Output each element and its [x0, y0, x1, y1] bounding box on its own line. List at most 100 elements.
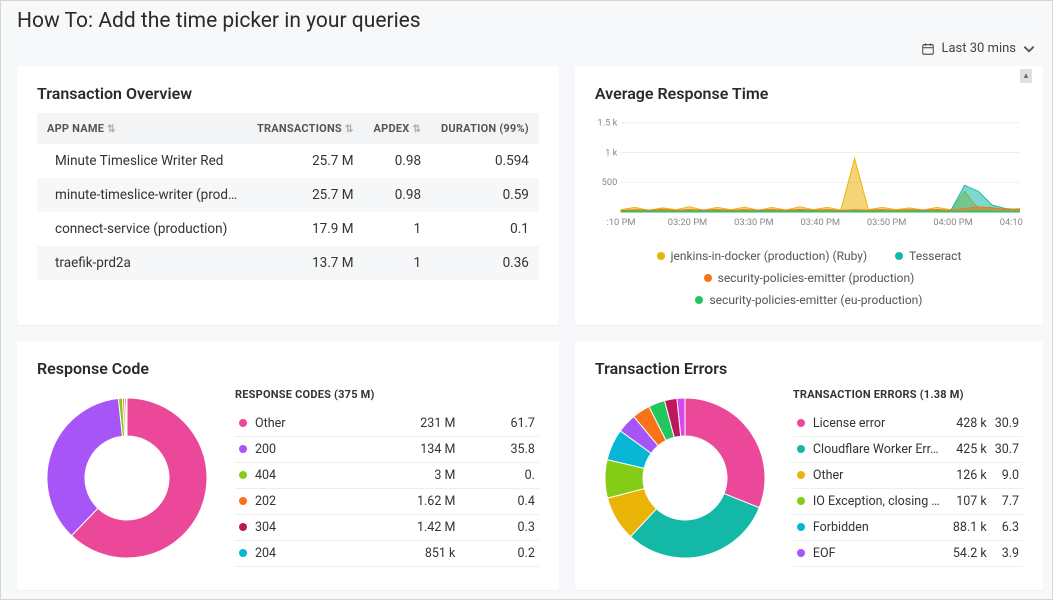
legend-dot	[797, 445, 805, 453]
legend-label: Tesseract	[909, 249, 961, 263]
panel-response-time: Average Response Time 5001 k1.5 k:10 PM0…	[575, 66, 1043, 325]
legend-row[interactable]: 2021.62 M0.4	[235, 489, 539, 515]
area-series	[621, 211, 1019, 212]
table-row[interactable]: traefik-prd2a13.7 M10.36	[37, 246, 539, 280]
svg-text:03:30 PM: 03:30 PM	[734, 217, 773, 228]
legend-pct: 3.9	[991, 541, 1023, 567]
sort-icon: ⇅	[345, 124, 354, 135]
legend-dot	[239, 523, 247, 531]
legend-dot	[797, 419, 805, 427]
cell-app-name: minute-timeslice-writer (produ…	[37, 178, 247, 212]
legend-pct: 0.	[459, 463, 539, 489]
legend-item[interactable]: jenkins-in-docker (production) (Ruby)	[657, 249, 868, 263]
col-duration[interactable]: DURATION (99%)	[431, 113, 539, 144]
legend-row[interactable]: EOF54.2 k3.9	[793, 541, 1023, 567]
legend-label: 204	[251, 541, 345, 567]
legend-item[interactable]: security-policies-emitter (production)	[704, 271, 915, 285]
donut-slice[interactable]	[685, 398, 765, 508]
donut-slice[interactable]	[47, 398, 122, 535]
panel-transaction-errors: Transaction Errors TRANSACTION ERRORS (1…	[575, 341, 1043, 590]
legend-row[interactable]: 200134 M35.8	[235, 437, 539, 463]
panel-response-code: Response Code RESPONSE CODES (375 M) Oth…	[17, 341, 559, 590]
table-row[interactable]: minute-timeslice-writer (produ…25.7 M0.9…	[37, 178, 539, 212]
toolbar: Last 30 mins ▴	[17, 37, 1036, 66]
scroll-up-indicator[interactable]: ▴	[1020, 69, 1032, 83]
cell-apdex: 1	[364, 246, 432, 280]
legend-label: 200	[251, 437, 345, 463]
sort-icon: ⇅	[107, 124, 116, 135]
panel-title: Transaction Errors	[595, 359, 1023, 378]
legend-pct: 0.3	[459, 515, 539, 541]
panel-title: Average Response Time	[595, 84, 1023, 103]
cell-duration: 0.1	[431, 212, 539, 246]
table-row[interactable]: Minute Timeslice Writer Red25.7 M0.980.5…	[37, 144, 539, 178]
donut-response-code[interactable]	[37, 388, 217, 568]
cell-apdex: 0.98	[364, 178, 432, 212]
legend-label: 404	[251, 463, 345, 489]
response-time-legend: jenkins-in-docker (production) (Ruby) Tes…	[595, 249, 1023, 307]
donut-transaction-errors[interactable]	[595, 388, 775, 568]
cell-app-name: Minute Timeslice Writer Red	[37, 144, 247, 178]
area-chart[interactable]: 5001 k1.5 k:10 PM03:20 PM03:30 PM03:40 P…	[595, 113, 1023, 233]
legend-label: IO Exception, closing c…	[809, 489, 949, 515]
donut-slice[interactable]	[126, 398, 127, 436]
response-code-legend: Other231 M61.7200134 M35.84043 M0.2021.6…	[235, 411, 539, 567]
cell-app-name: traefik-prd2a	[37, 246, 247, 280]
legend-pct: 7.7	[991, 489, 1023, 515]
legend-dot	[797, 471, 805, 479]
legend-dot	[239, 445, 247, 453]
legend-dot	[797, 523, 805, 531]
legend-pct: 61.7	[459, 411, 539, 437]
legend-count: 54.2 k	[949, 541, 991, 567]
legend-label: Forbidden	[809, 515, 949, 541]
svg-text:04:00 PM: 04:00 PM	[933, 217, 972, 228]
calendar-icon	[921, 42, 935, 56]
legend-row[interactable]: 204851 k0.2	[235, 541, 539, 567]
legend-row[interactable]: IO Exception, closing c…107 k7.7	[793, 489, 1023, 515]
legend-row[interactable]: 3041.42 M0.3	[235, 515, 539, 541]
legend-pct: 0.2	[459, 541, 539, 567]
panel-title: Response Code	[37, 359, 539, 378]
legend-row[interactable]: License error428 k30.9	[793, 411, 1023, 437]
legend-pct: 0.4	[459, 489, 539, 515]
page-title: How To: Add the time picker in your quer…	[17, 9, 1036, 33]
legend-title: RESPONSE CODES (375 M)	[235, 388, 539, 401]
legend-label: Cloudflare Worker Err…	[809, 437, 949, 463]
legend-item[interactable]: security-policies-emitter (eu-production…	[695, 293, 922, 307]
cell-duration: 0.36	[431, 246, 539, 280]
panel-transaction-overview: Transaction Overview APP NAME⇅ TRANSACTI…	[17, 66, 559, 325]
legend-label: EOF	[809, 541, 949, 567]
chevron-down-icon	[1022, 42, 1036, 56]
legend-row[interactable]: Forbidden88.1 k6.3	[793, 515, 1023, 541]
legend-row[interactable]: Other231 M61.7	[235, 411, 539, 437]
legend-label: security-policies-emitter (production)	[718, 271, 915, 285]
cell-transactions: 25.7 M	[247, 178, 364, 212]
cell-apdex: 1	[364, 212, 432, 246]
legend-label: jenkins-in-docker (production) (Ruby)	[671, 249, 868, 263]
time-picker[interactable]: Last 30 mins	[921, 41, 1036, 56]
svg-text:04:10 PM: 04:10 PM	[1000, 217, 1023, 228]
legend-row[interactable]: 4043 M0.	[235, 463, 539, 489]
legend-item[interactable]: Tesseract	[895, 249, 961, 263]
legend-dot	[239, 419, 247, 427]
legend-pct: 30.7	[991, 437, 1023, 463]
cell-apdex: 0.98	[364, 144, 432, 178]
legend-dot	[797, 497, 805, 505]
col-app-name[interactable]: APP NAME⇅	[37, 113, 247, 144]
legend-count: 126 k	[949, 463, 991, 489]
legend-dot	[704, 274, 712, 282]
cell-transactions: 17.9 M	[247, 212, 364, 246]
legend-count: 134 M	[345, 437, 459, 463]
svg-text:03:50 PM: 03:50 PM	[867, 217, 906, 228]
svg-text:500: 500	[602, 177, 618, 188]
legend-label: 304	[251, 515, 345, 541]
legend-count: 3 M	[345, 463, 459, 489]
cell-transactions: 25.7 M	[247, 144, 364, 178]
time-picker-label: Last 30 mins	[941, 41, 1016, 56]
legend-row[interactable]: Other126 k9.0	[793, 463, 1023, 489]
table-row[interactable]: connect-service (production)17.9 M10.1	[37, 212, 539, 246]
legend-dot	[239, 549, 247, 557]
legend-row[interactable]: Cloudflare Worker Err…425 k30.7	[793, 437, 1023, 463]
col-apdex[interactable]: APDEX⇅	[364, 113, 432, 144]
col-transactions[interactable]: TRANSACTIONS⇅	[247, 113, 364, 144]
